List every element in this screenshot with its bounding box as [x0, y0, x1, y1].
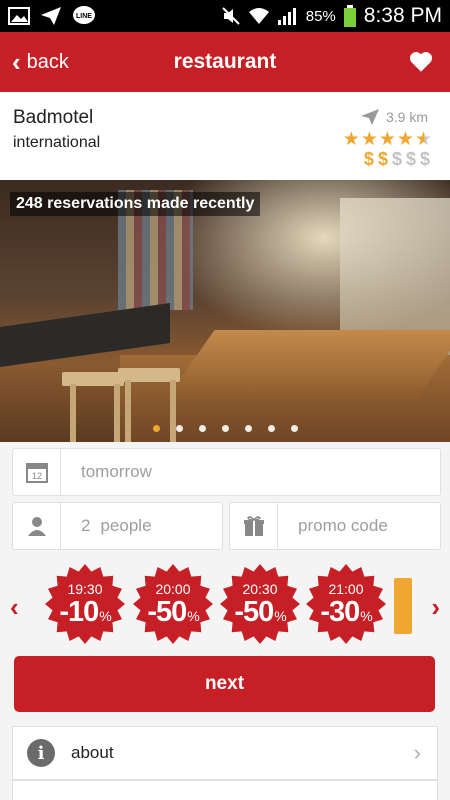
- deal-discount: -10%: [44, 596, 126, 629]
- deal-badge[interactable]: 21:00 -30%: [305, 563, 387, 645]
- date-value: tomorrow: [81, 462, 152, 481]
- carousel-dot[interactable]: [152, 425, 160, 432]
- star-icon: ★: [360, 129, 378, 150]
- deal-discount-value: -50: [234, 596, 274, 628]
- deal-time: 21:00: [328, 581, 364, 597]
- distance-value: 3.9 km: [385, 109, 428, 125]
- deal-discount-value: -50: [147, 596, 187, 628]
- deal-discount-value: -10: [59, 596, 99, 628]
- promo-code-placeholder: promo code: [298, 516, 388, 535]
- person-icon: [27, 517, 46, 536]
- reservations-badge: 248 reservations made recently: [10, 192, 261, 216]
- send-icon: [41, 7, 61, 25]
- deal-discount: -50%: [132, 596, 214, 629]
- svg-text:LINE: LINE: [76, 13, 92, 20]
- battery-percent: 85%: [305, 7, 336, 25]
- chevron-left-icon[interactable]: ‹: [10, 594, 19, 620]
- deal-badge-partial[interactable]: [394, 578, 412, 634]
- battery-icon: [343, 5, 356, 27]
- restaurant-photo-carousel[interactable]: 248 reservations made recently: [0, 180, 450, 442]
- carousel-dot[interactable]: [267, 425, 275, 432]
- deal-discount: -30%: [305, 596, 387, 629]
- deal-discount: -50%: [219, 596, 301, 629]
- people-label: people: [100, 516, 152, 535]
- deal-discount-value: -30: [320, 596, 360, 628]
- dollar-icon: $: [377, 149, 388, 169]
- about-label: about: [71, 743, 114, 762]
- person-icon-box: [13, 503, 61, 549]
- chevron-right-icon: ›: [413, 740, 421, 765]
- photo-stool-leg: [170, 380, 176, 442]
- chevron-right-icon[interactable]: ›: [431, 594, 440, 620]
- status-bar: LINE 85% 8:38 PM: [0, 0, 450, 32]
- promo-code-field[interactable]: promo code: [229, 502, 441, 550]
- deal-time: 20:00: [155, 581, 191, 597]
- carousel-dot[interactable]: [175, 425, 183, 432]
- price-level: $ $ $ $ $: [364, 150, 430, 168]
- image-icon: [8, 7, 30, 25]
- carousel-dots: [0, 425, 450, 432]
- deal-badge[interactable]: 19:30 -10%: [44, 563, 126, 645]
- dollar-icon: $: [391, 149, 402, 169]
- dollar-icon: $: [419, 149, 430, 169]
- photo-table: [165, 330, 450, 400]
- carousel-dot[interactable]: [221, 425, 229, 432]
- deal-discount-unit: %: [99, 608, 111, 624]
- calendar-icon-box: 12: [13, 449, 61, 495]
- star-icon: ★: [396, 129, 414, 150]
- photo-stool-leg: [114, 384, 120, 442]
- star-icon: ★: [342, 129, 360, 150]
- next-button[interactable]: next: [14, 656, 435, 712]
- deal-badge[interactable]: 20:00 -50%: [132, 563, 214, 645]
- deal-time: 20:30: [242, 581, 278, 597]
- dollar-icon: $: [405, 149, 416, 169]
- deal-discount-unit: %: [274, 608, 286, 624]
- restaurant-name: Badmotel: [13, 107, 94, 128]
- chevron-left-icon: ‹: [12, 47, 21, 77]
- deal-discount-unit: %: [187, 608, 199, 624]
- time-deals-strip: ‹ 19:30 -10% 20:00 -50% 20:30 -50% 21:00…: [0, 558, 450, 654]
- clock: 8:38 PM: [363, 4, 442, 27]
- back-button[interactable]: ‹ back: [12, 32, 69, 92]
- location-arrow-icon: [360, 109, 379, 125]
- carousel-dot[interactable]: [198, 425, 206, 432]
- star-icon: ★: [378, 129, 396, 150]
- signal-icon: [277, 8, 296, 25]
- rating-stars: ★ ★ ★ ★ ★: [343, 130, 432, 149]
- mute-icon: [222, 7, 240, 25]
- carousel-dot[interactable]: [244, 425, 252, 432]
- heart-icon[interactable]: [408, 49, 434, 75]
- people-value: 2 people: [61, 516, 152, 536]
- back-label: back: [26, 50, 69, 73]
- gift-icon: [243, 516, 264, 536]
- photo-stool-leg: [125, 380, 131, 442]
- deal-badge[interactable]: 20:30 -50%: [219, 563, 301, 645]
- list-row-partial[interactable]: [12, 780, 438, 800]
- distance: 3.9 km: [360, 108, 428, 126]
- deal-time: 19:30: [67, 581, 103, 597]
- people-field[interactable]: 2 people: [12, 502, 223, 550]
- about-row[interactable]: i about ›: [12, 726, 438, 780]
- half-star-icon: ★: [414, 129, 432, 150]
- svg-text:12: 12: [31, 471, 41, 481]
- app-bar: ‹ back restaurant: [0, 32, 450, 92]
- restaurant-info: Badmotel international 3.9 km ★ ★ ★ ★ ★ …: [0, 92, 450, 180]
- wifi-icon: [248, 8, 269, 24]
- line-icon: LINE: [73, 6, 95, 24]
- info-icon: i: [27, 739, 55, 767]
- gift-icon-box: [230, 503, 278, 549]
- people-count: 2: [81, 516, 91, 535]
- carousel-dot[interactable]: [290, 425, 298, 432]
- date-field[interactable]: 12 tomorrow: [12, 448, 441, 496]
- deal-discount-unit: %: [360, 608, 372, 624]
- dollar-icon: $: [363, 149, 374, 169]
- restaurant-cuisine: international: [13, 134, 101, 151]
- calendar-icon: 12: [25, 463, 48, 483]
- photo-stool-leg: [70, 384, 76, 442]
